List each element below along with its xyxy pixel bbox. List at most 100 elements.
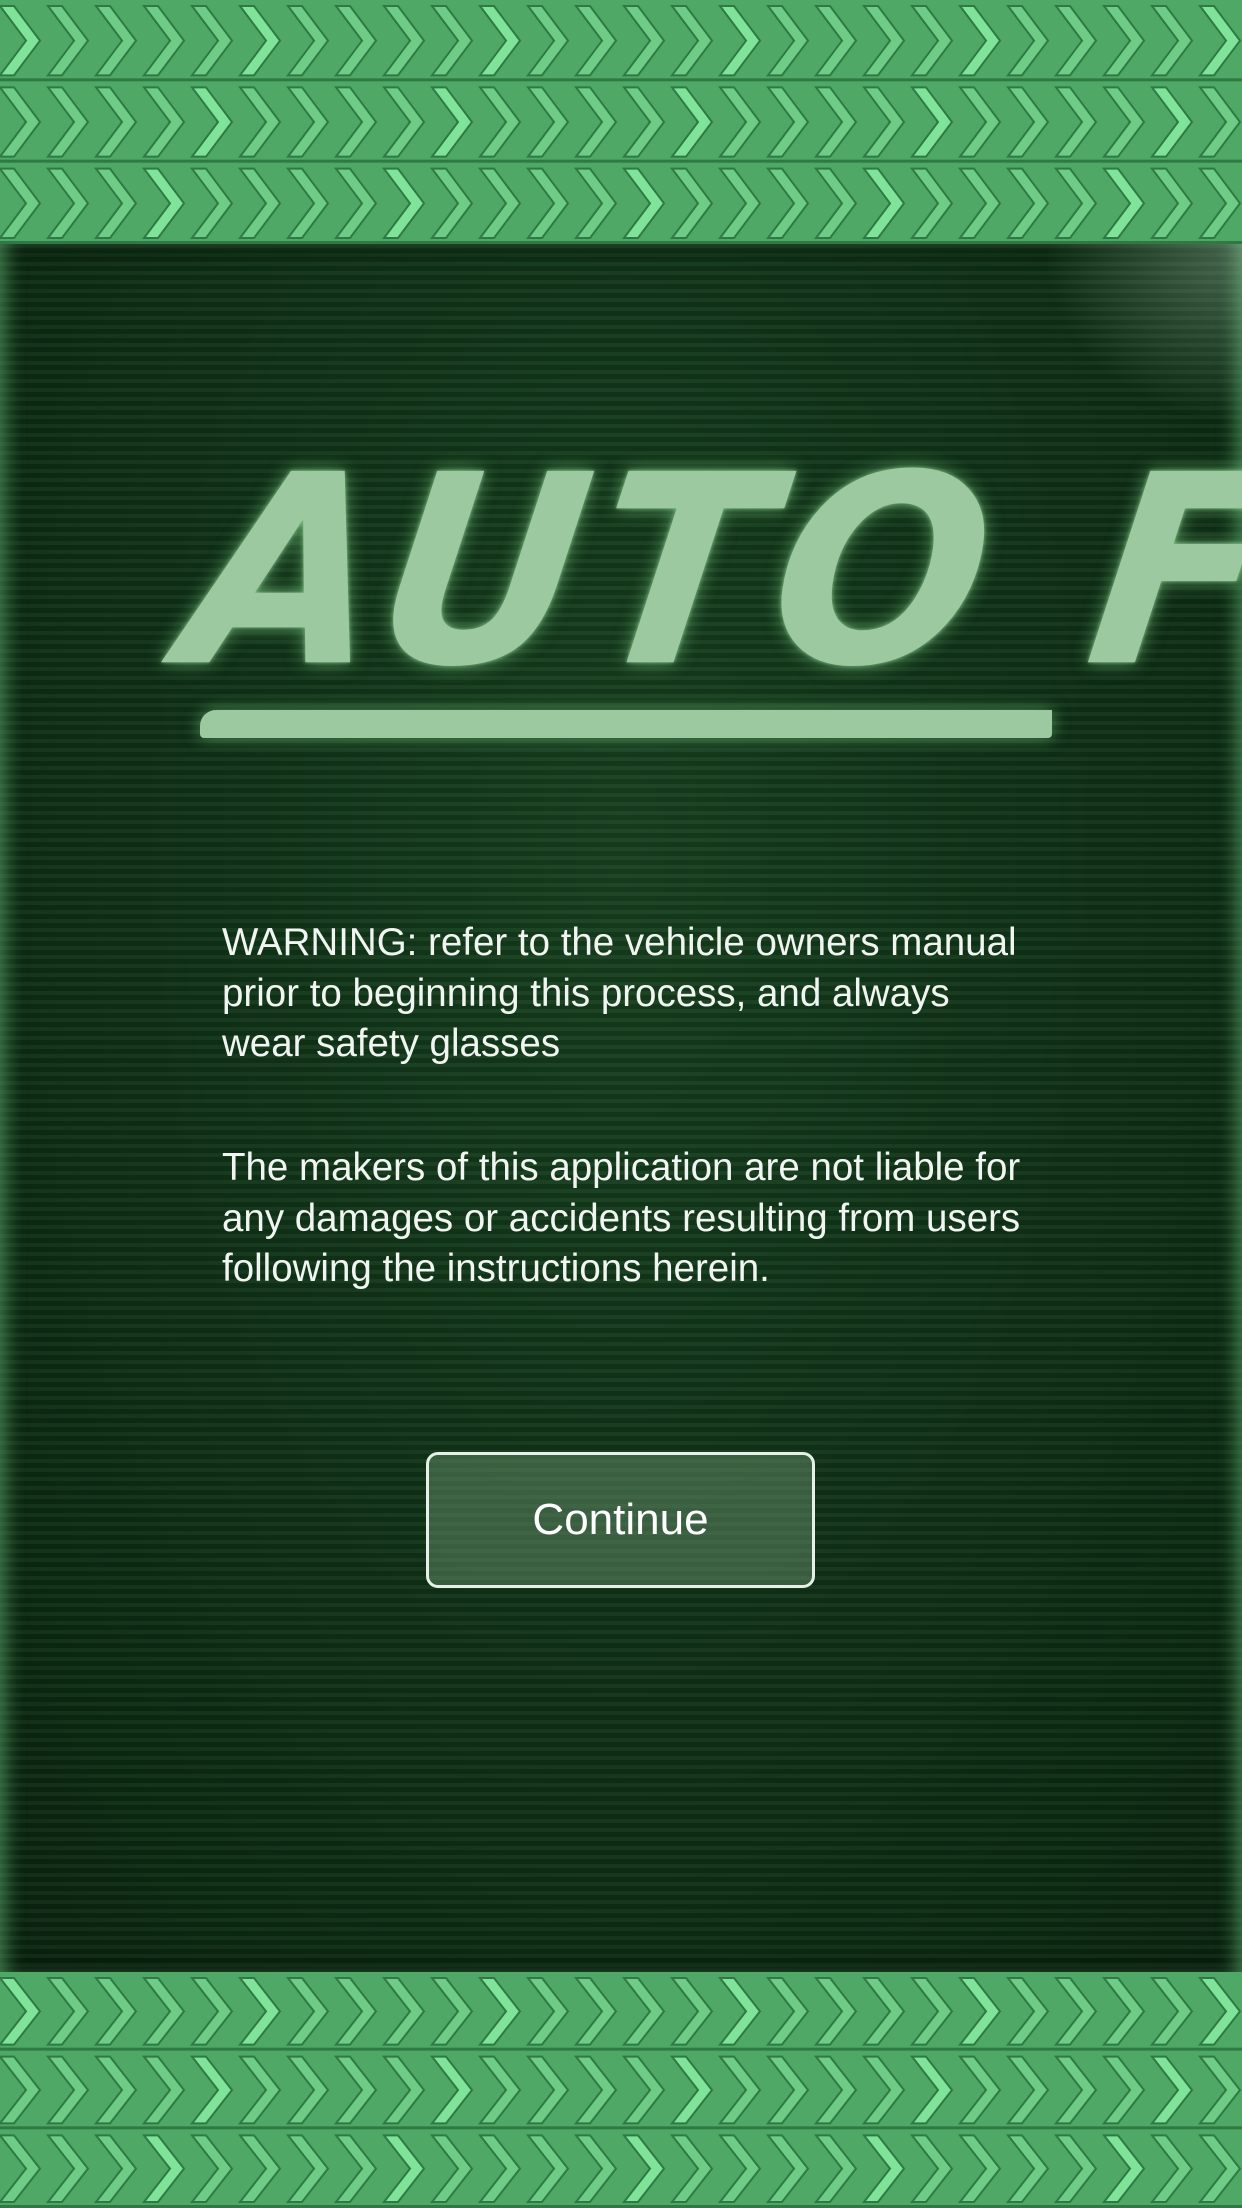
tread-chevron — [910, 86, 954, 158]
tread-chevron — [1005, 2134, 1050, 2203]
tread-chevron — [141, 2134, 186, 2203]
tread-chevron — [237, 1977, 282, 2046]
tread-chevron — [525, 167, 570, 239]
tread-chevron — [333, 2055, 378, 2125]
tread-chevron — [237, 2055, 282, 2125]
tread-chevron — [573, 5, 618, 77]
tire-tread-top-banner — [0, 0, 1242, 244]
tread-chevron — [46, 86, 90, 158]
tread-chevron — [142, 86, 186, 158]
tread-chevron — [573, 1977, 618, 2046]
tread-chevron — [285, 1977, 330, 2046]
tread-groove — [0, 159, 1242, 163]
tread-chevron — [957, 167, 1002, 239]
tread-chevron — [93, 2055, 138, 2125]
tread-chevron — [381, 1977, 426, 2046]
tread-chevron — [573, 2055, 618, 2125]
tread-chevron — [477, 2134, 522, 2203]
tread-chevron — [93, 2134, 138, 2203]
tread-chevron — [429, 1977, 474, 2046]
tread-chevron — [766, 86, 810, 158]
tread-chevron — [525, 1977, 570, 2046]
tread-chevron — [286, 86, 330, 158]
tread-chevron — [669, 2055, 714, 2125]
tread-chevron — [1101, 1977, 1146, 2046]
tread-chevron — [813, 167, 858, 239]
tread-chevron — [717, 5, 762, 77]
tread-chevron — [669, 1977, 714, 2046]
tread-chevron — [1005, 2055, 1050, 2125]
tread-chevron — [957, 2134, 1002, 2203]
tire-tread-top-pattern — [0, 5, 1242, 244]
tread-chevron — [621, 1977, 666, 2046]
tread-chevron — [477, 5, 522, 77]
tread-chevron — [285, 5, 330, 77]
tread-chevron — [717, 2055, 762, 2125]
tread-chevron — [717, 1977, 762, 2046]
tread-chevron — [141, 5, 186, 77]
tread-chevron — [1101, 2055, 1146, 2125]
tread-chevron — [333, 2134, 378, 2203]
tread-chevron — [526, 86, 570, 158]
tread-chevron — [861, 2134, 906, 2203]
tread-chevron — [382, 86, 426, 158]
tread-chevron — [429, 2055, 474, 2125]
tread-chevron — [765, 167, 810, 239]
tread-chevron — [525, 5, 570, 77]
tread-chevron — [1005, 5, 1050, 77]
tread-chevron — [1053, 5, 1098, 77]
tread-chevron — [765, 2055, 810, 2125]
tread-chevron — [1005, 167, 1050, 239]
tread-chevron — [813, 2055, 858, 2125]
tread-groove — [0, 2126, 1242, 2130]
tread-chevron — [381, 167, 426, 239]
tread-chevron — [1006, 86, 1050, 158]
tread-chevron — [1197, 5, 1242, 77]
tread-chevron — [381, 2134, 426, 2203]
tread-chevron — [478, 86, 522, 158]
tread-chevron — [334, 86, 378, 158]
tread-chevron — [237, 2134, 282, 2203]
tread-chevron — [0, 167, 42, 239]
tread-chevron — [1053, 1977, 1098, 2046]
liability-disclaimer: The makers of this application are not l… — [222, 1146, 1021, 1290]
tread-chevron — [909, 2134, 954, 2203]
tread-chevron — [718, 86, 762, 158]
tread-chevron — [765, 5, 810, 77]
tread-chevron — [430, 86, 474, 158]
tread-chevron — [669, 167, 714, 239]
tread-chevron — [1197, 2134, 1242, 2203]
tread-chevron — [573, 2134, 618, 2203]
tread-chevron — [429, 5, 474, 77]
tread-chevron — [237, 5, 282, 77]
tread-chevron — [93, 1977, 138, 2046]
tread-chevron — [0, 86, 42, 158]
tread-chevron — [45, 1977, 90, 2046]
tread-chevron — [141, 167, 186, 239]
tread-chevron — [45, 2134, 90, 2203]
tread-chevron — [621, 2134, 666, 2203]
tread-chevron — [1005, 1977, 1050, 2046]
tread-chevron — [1053, 2055, 1098, 2125]
tread-chevron — [670, 86, 714, 158]
app-logo-underline — [200, 710, 1052, 738]
tread-chevron — [621, 2055, 666, 2125]
tread-chevron — [0, 2134, 42, 2203]
tread-chevron — [1149, 1977, 1194, 2046]
tread-chevron — [1150, 86, 1194, 158]
app-logo-text: AUTO FIX — [168, 418, 1242, 725]
tread-chevron — [669, 2134, 714, 2203]
tread-chevron — [237, 167, 282, 239]
continue-button[interactable]: Continue — [426, 1452, 815, 1588]
tread-chevron — [1101, 167, 1146, 239]
tread-chevron — [861, 2055, 906, 2125]
tread-chevron — [333, 167, 378, 239]
tread-chevron — [1054, 86, 1098, 158]
tread-chevron — [525, 2134, 570, 2203]
tread-chevron — [45, 167, 90, 239]
tread-chevron — [189, 2055, 234, 2125]
tread-chevron — [0, 5, 42, 77]
tread-chevron — [189, 1977, 234, 2046]
tread-chevron — [1053, 167, 1098, 239]
tread-chevron — [45, 5, 90, 77]
